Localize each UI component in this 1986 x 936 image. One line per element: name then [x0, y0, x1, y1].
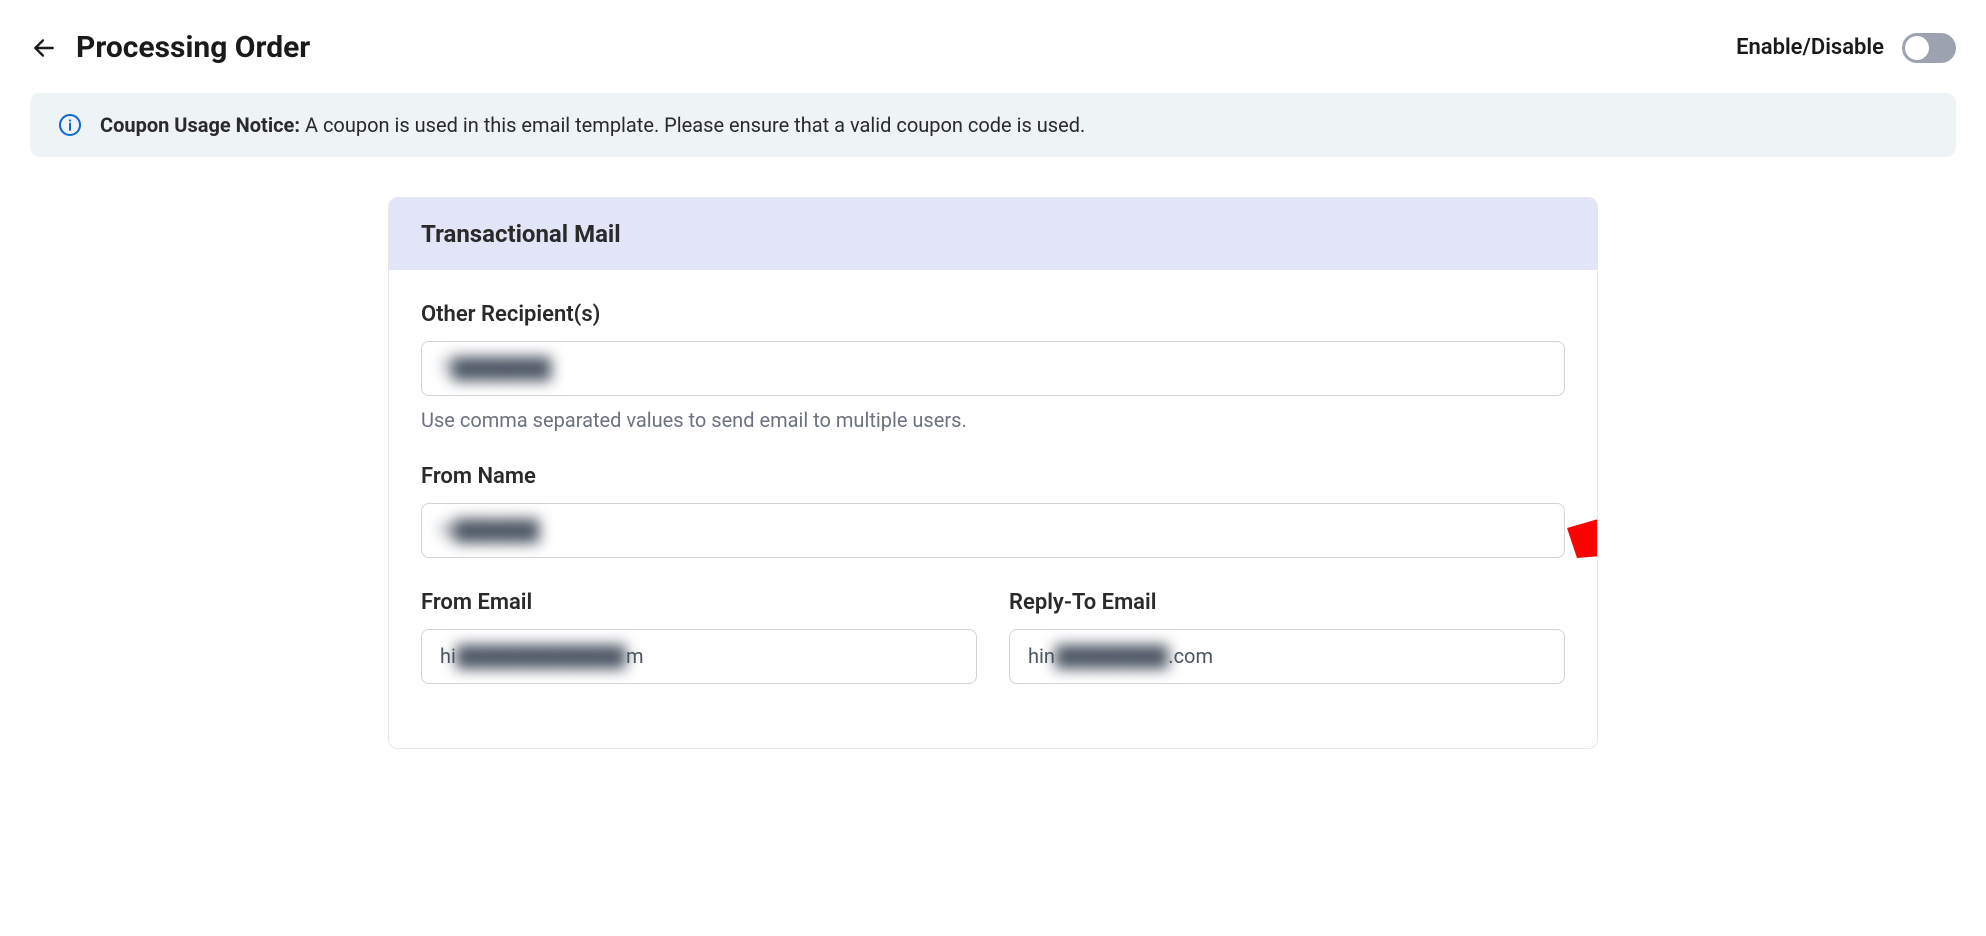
- reply-to-email-label: Reply-To Email: [1009, 590, 1565, 615]
- other-recipients-label: Other Recipient(s): [421, 302, 1565, 327]
- from-name-label: From Name: [421, 464, 1565, 489]
- notice-title: Coupon Usage Notice:: [100, 113, 300, 137]
- from-name-group: From Name N██████: [421, 464, 1565, 558]
- page-header: Processing Order Enable/Disable: [30, 30, 1956, 65]
- from-email-hidden: ████████████: [456, 644, 626, 668]
- info-icon: [58, 113, 82, 137]
- enable-toggle[interactable]: [1902, 33, 1956, 63]
- reply-to-email-input[interactable]: hin████████.com: [1009, 629, 1565, 684]
- arrow-left-icon: [31, 35, 57, 61]
- card-header: Transactional Mail: [389, 198, 1597, 270]
- other-recipients-group: Other Recipient(s) T███████ Use comma se…: [421, 302, 1565, 432]
- header-right: Enable/Disable: [1736, 33, 1956, 63]
- from-name-input[interactable]: N██████: [421, 503, 1565, 558]
- notice-message: A coupon is used in this email template.…: [305, 113, 1085, 137]
- toggle-label: Enable/Disable: [1736, 35, 1884, 60]
- reply-to-email-group: Reply-To Email hin████████.com: [1009, 590, 1565, 684]
- header-left: Processing Order: [30, 30, 310, 65]
- from-email-prefix: hi: [440, 644, 456, 668]
- from-email-group: From Email hi████████████m: [421, 590, 977, 684]
- back-button[interactable]: [30, 34, 58, 62]
- from-email-label: From Email: [421, 590, 977, 615]
- email-row: From Email hi████████████m Reply-To Emai…: [421, 590, 1565, 716]
- page-title: Processing Order: [76, 30, 310, 65]
- reply-to-prefix: hin: [1028, 644, 1055, 668]
- reply-to-suffix: .com: [1168, 644, 1213, 668]
- other-recipients-help: Use comma separated values to send email…: [421, 408, 1565, 432]
- from-name-value: N██████: [440, 518, 539, 542]
- notice-text: Coupon Usage Notice: A coupon is used in…: [100, 113, 1085, 137]
- other-recipients-input[interactable]: T███████: [421, 341, 1565, 396]
- from-email-suffix: m: [626, 644, 644, 668]
- card-body: Other Recipient(s) T███████ Use comma se…: [389, 270, 1597, 748]
- reply-to-hidden: ████████: [1055, 644, 1168, 668]
- transactional-mail-card: Transactional Mail Other Recipient(s) T█…: [388, 197, 1598, 749]
- toggle-knob: [1905, 36, 1929, 60]
- other-recipients-value: T███████: [440, 356, 551, 380]
- from-email-input[interactable]: hi████████████m: [421, 629, 977, 684]
- coupon-notice-banner: Coupon Usage Notice: A coupon is used in…: [30, 93, 1956, 157]
